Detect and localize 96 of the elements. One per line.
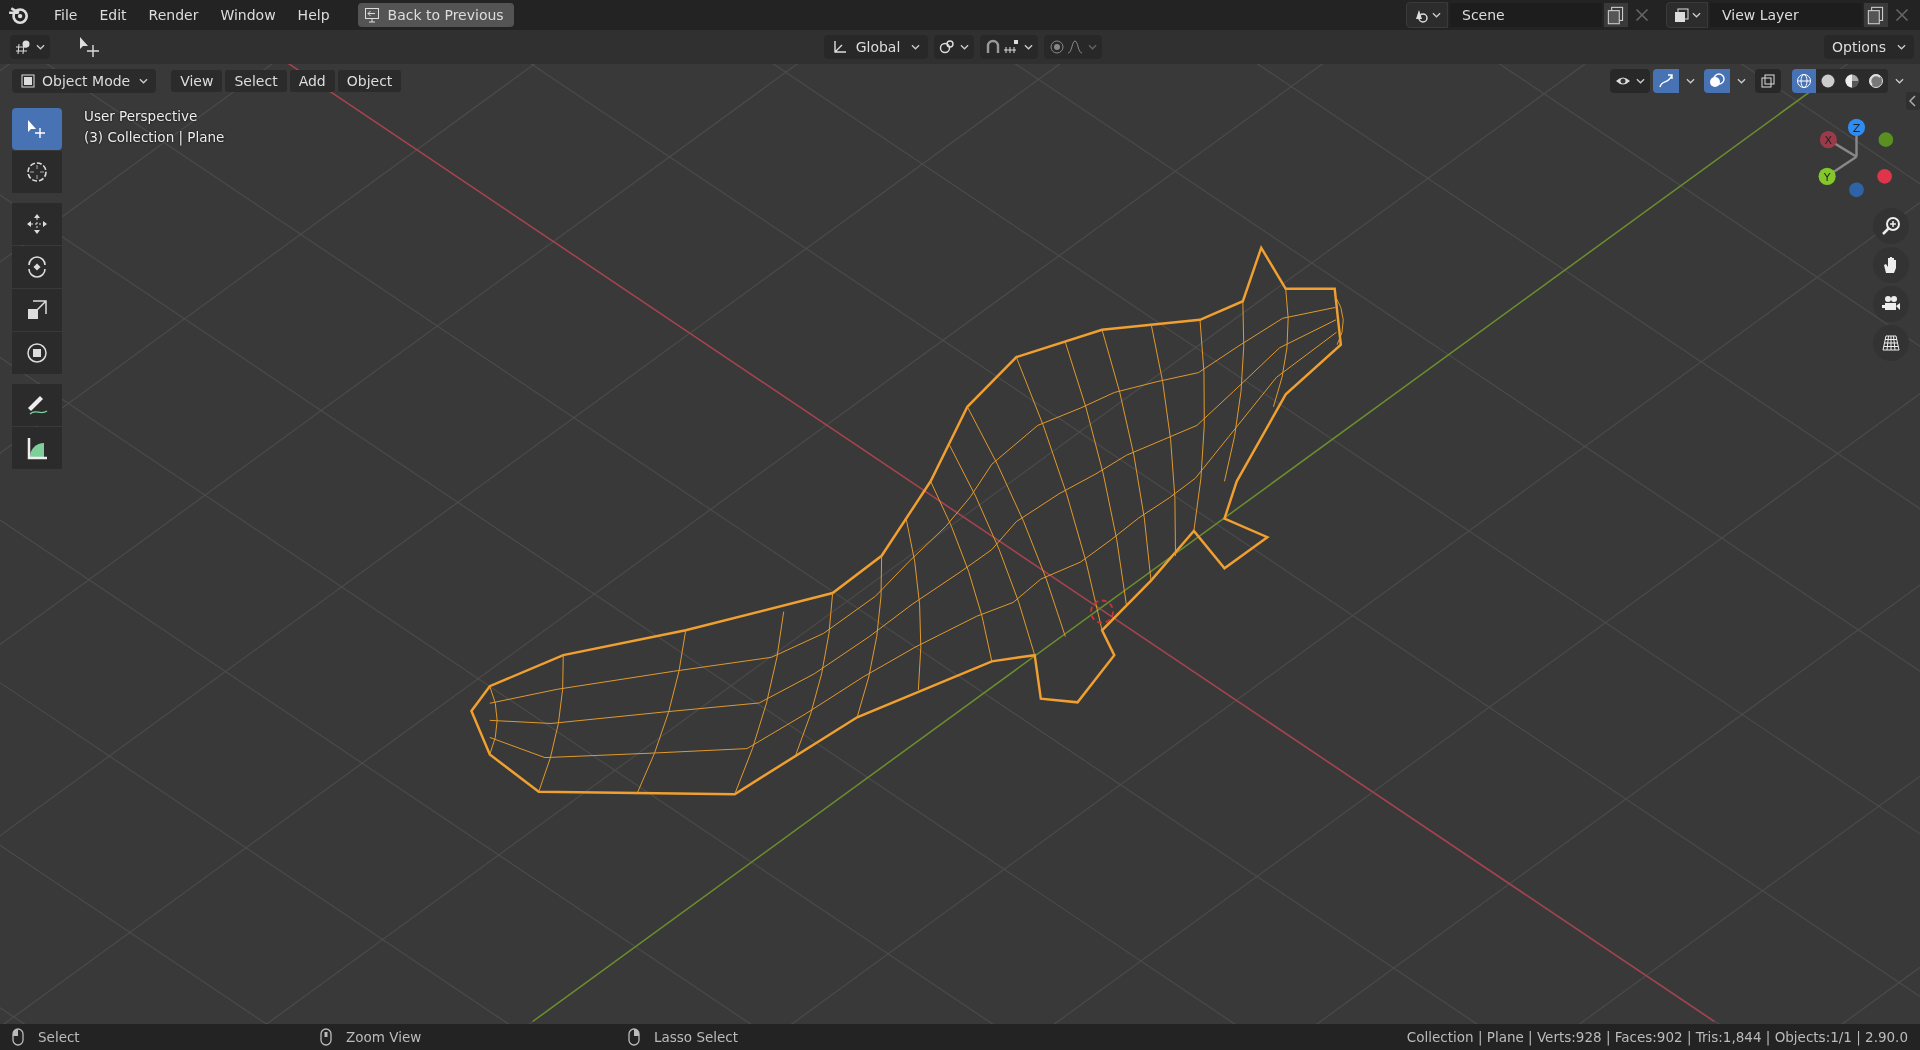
menu-item[interactable]: View — [171, 70, 223, 92]
caret-icon — [1692, 12, 1701, 18]
measure-tool-button[interactable] — [12, 427, 62, 469]
scene-field[interactable]: Scene — [1450, 3, 1602, 27]
visibility-button[interactable] — [1610, 69, 1650, 93]
editor-type-button[interactable] — [10, 35, 50, 59]
scene-selector[interactable] — [1406, 2, 1448, 28]
mouse-right-click-icon — [628, 1028, 640, 1046]
status-hint: Select — [38, 1029, 81, 1045]
scene-statistics: Collection | Plane | Verts:928 | Faces:902 | Tris:1,844 | Objects:1/1 | 2.90.0 — [1406, 1029, 1908, 1045]
monitor-arrow-icon — [363, 7, 380, 23]
menu-item[interactable]: Window — [210, 3, 286, 27]
caret-icon — [911, 44, 921, 50]
mouse-left-click-icon — [12, 1028, 24, 1046]
snapping-button[interactable] — [980, 35, 1039, 59]
solid-sphere-icon — [1820, 73, 1836, 89]
back-to-previous-button[interactable]: Back to Previous — [357, 3, 514, 27]
wireframe-sphere-icon — [1796, 73, 1812, 89]
mouse-middle-click-icon — [320, 1028, 332, 1046]
options-dropdown[interactable]: Options — [1824, 35, 1914, 59]
negative-axis-dot[interactable] — [1849, 182, 1864, 198]
pivot-icon — [939, 39, 956, 55]
caret-icon[interactable] — [1686, 78, 1695, 84]
transform-tool-button[interactable] — [12, 332, 62, 374]
falloff-curve-icon — [1067, 39, 1084, 55]
menu-item[interactable]: Render — [138, 3, 209, 27]
rotate-tool-button[interactable] — [12, 246, 62, 288]
scale-tool-button[interactable] — [12, 289, 62, 331]
select-tool-icon[interactable] — [78, 35, 102, 59]
menu-item[interactable]: Add — [289, 70, 335, 92]
negative-axis-dot[interactable] — [1878, 132, 1894, 147]
object-mode-dropdown[interactable]: Object Mode — [12, 69, 157, 93]
menu-item[interactable]: Select — [225, 70, 287, 92]
negative-axis-dot[interactable] — [1877, 169, 1892, 184]
caret-icon — [36, 44, 45, 50]
pivot-point-button[interactable] — [934, 35, 975, 59]
caret-icon — [1897, 44, 1906, 50]
layers-icon — [1673, 7, 1689, 23]
caret-icon — [139, 78, 149, 84]
grid-sphere-icon — [15, 39, 31, 55]
cursor-tool-button[interactable] — [12, 151, 62, 193]
cube-icon — [20, 73, 36, 89]
overlapping-circles-icon — [1709, 73, 1725, 89]
copy-icon[interactable] — [1864, 3, 1888, 27]
cursor-tool-icon — [24, 159, 50, 185]
rendered-sphere-icon — [1868, 73, 1884, 89]
view-layer-selector[interactable] — [1666, 2, 1708, 28]
select-tool-button[interactable] — [12, 108, 62, 150]
transform-tool-icon — [24, 340, 50, 366]
curve-arrow-icon — [1658, 73, 1674, 89]
pan-button[interactable] — [1873, 247, 1909, 283]
axis-dot[interactable] — [1819, 131, 1837, 149]
zoom-icon — [1881, 216, 1901, 236]
menu-item[interactable]: Edit — [89, 3, 137, 27]
menu-item[interactable]: Help — [287, 3, 340, 27]
zoom-button[interactable] — [1873, 208, 1909, 244]
magnet-icon — [985, 39, 1002, 55]
caret-icon — [1024, 44, 1034, 50]
copy-icon[interactable] — [1604, 3, 1628, 27]
caret-icon — [960, 44, 970, 50]
caret-icon[interactable] — [1737, 78, 1746, 84]
wireframe-shading-button[interactable] — [1792, 69, 1816, 93]
increment-icon — [1003, 39, 1020, 55]
annotate-tool-button[interactable] — [12, 384, 62, 426]
caret-icon[interactable] — [1895, 78, 1904, 84]
3d-cursor-icon[interactable] — [1090, 599, 1114, 624]
perspective-toggle-button[interactable] — [1873, 325, 1909, 361]
caret-icon — [1636, 78, 1645, 84]
axis-label: Y — [1823, 170, 1831, 184]
axis-label: Z — [1852, 121, 1861, 135]
axis-dot[interactable] — [1847, 118, 1866, 136]
axes-icon — [831, 39, 848, 55]
overlapping-squares-icon — [1760, 73, 1776, 89]
x-ray-toggle-button[interactable] — [1755, 69, 1781, 93]
status-hint: Zoom View — [346, 1029, 423, 1045]
collection-label: (3) Collection | Plane — [84, 129, 225, 145]
menu-item[interactable]: Object — [337, 70, 402, 92]
wireframe-model-drawing[interactable] — [470, 244, 1344, 796]
target-icon — [1049, 39, 1066, 55]
caret-icon — [1088, 44, 1098, 50]
status-hint: Lasso Select — [654, 1029, 740, 1045]
proportional-editing-button[interactable] — [1044, 35, 1103, 59]
move-tool-button[interactable] — [12, 203, 62, 245]
axis-dot[interactable] — [1818, 167, 1836, 185]
axis-label: X — [1824, 133, 1833, 147]
caret-icon — [1432, 12, 1441, 18]
view-name-label: User Perspective — [84, 108, 199, 124]
grid-icon — [1881, 333, 1901, 353]
camera-view-button[interactable] — [1873, 286, 1909, 322]
menu-item[interactable]: File — [44, 3, 88, 27]
view-layer-field[interactable]: View Layer — [1710, 3, 1862, 27]
material-sphere-icon — [1844, 73, 1860, 89]
transform-orientation-dropdown[interactable]: Global — [823, 35, 929, 59]
overlays-toggle-button[interactable] — [1704, 69, 1730, 93]
gizmo-toggle-button[interactable] — [1653, 69, 1679, 93]
sidebar-toggle-icon[interactable] — [1906, 92, 1920, 110]
